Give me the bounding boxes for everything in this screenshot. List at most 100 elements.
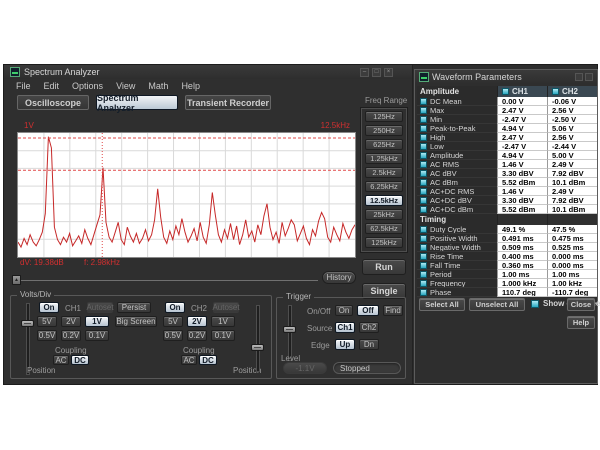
trigger-source-ch2-button[interactable]: Ch2	[359, 322, 379, 333]
param-check-icon[interactable]	[420, 98, 427, 105]
menu-help[interactable]: Help	[181, 81, 200, 91]
tab-spectrum-analyzer[interactable]: Spectrum Analyzer	[96, 95, 178, 110]
param-label[interactable]: AC+DC RMS	[417, 187, 497, 196]
params-titlebar[interactable]: Waveform Parameters	[415, 70, 597, 84]
param-check-icon[interactable]	[420, 197, 427, 204]
ch2-position-slider-track[interactable]	[257, 306, 259, 371]
freq-button-25khz[interactable]: 25kHz	[365, 209, 403, 220]
param-label[interactable]: Period	[417, 270, 497, 279]
freq-button-62.5khz[interactable]: 62.5kHz	[365, 223, 403, 234]
param-label[interactable]: DC Mean	[417, 97, 497, 106]
param-check-icon[interactable]	[420, 226, 427, 233]
param-check-icon[interactable]	[420, 170, 427, 177]
run-button[interactable]: Run	[362, 259, 406, 275]
tab-oscilloscope[interactable]: Oscilloscope	[17, 95, 89, 110]
trigger-find-button[interactable]: Find	[383, 305, 403, 316]
param-check-icon[interactable]	[420, 271, 427, 278]
param-check-icon[interactable]	[420, 253, 427, 260]
param-check-icon[interactable]	[552, 88, 559, 95]
column-header-ch1[interactable]: CH1	[497, 86, 547, 97]
trigger-on-button[interactable]: On	[335, 305, 353, 316]
close-icon[interactable]: ×	[384, 68, 393, 77]
plot-scrollbar-handle[interactable]: ▲	[12, 275, 21, 285]
spectrum-plot[interactable]	[17, 132, 356, 258]
ch1-volt-button-0.5v[interactable]: 0.5V	[37, 330, 57, 341]
freq-button-250hz[interactable]: 250Hz	[365, 125, 403, 136]
freq-button-2.5khz[interactable]: 2.5kHz	[365, 167, 403, 178]
param-label[interactable]: High	[417, 133, 497, 142]
ch2-coupling-dc-button[interactable]: DC	[199, 355, 217, 365]
menu-math[interactable]: Math	[148, 81, 168, 91]
ch1-coupling-dc-button[interactable]: DC	[71, 355, 89, 365]
maximize-icon[interactable]: □	[372, 68, 381, 77]
param-label[interactable]: Min	[417, 115, 497, 124]
params-close-icon[interactable]	[585, 73, 593, 81]
ch2-volt-button-0.1v[interactable]: 0.1V	[211, 330, 235, 341]
params-close-button[interactable]: Close	[567, 298, 595, 311]
param-label[interactable]: Max	[417, 106, 497, 115]
ch1-volt-button-2v[interactable]: 2V	[61, 316, 81, 327]
params-help-button[interactable]: Help	[567, 316, 595, 329]
trigger-source-ch1-button[interactable]: Ch1	[335, 322, 355, 333]
param-label[interactable]: Rise Time	[417, 252, 497, 261]
param-check-icon[interactable]	[420, 188, 427, 195]
trigger-off-button[interactable]: Off	[357, 305, 379, 316]
param-label[interactable]: Frequency	[417, 279, 497, 288]
ch2-volt-button-1v[interactable]: 1V	[211, 316, 235, 327]
param-label[interactable]: Amplitude	[417, 151, 497, 160]
menu-file[interactable]: File	[16, 81, 31, 91]
freq-button-1.25khz[interactable]: 1.25kHz	[365, 153, 403, 164]
ch2-volt-button-2v[interactable]: 2V	[187, 316, 207, 327]
param-check-icon[interactable]	[502, 88, 509, 95]
param-check-icon[interactable]	[420, 235, 427, 242]
spectrum-plot-svg[interactable]	[18, 133, 355, 257]
unselect-all-button[interactable]: Unselect All	[469, 298, 525, 311]
menu-view[interactable]: View	[116, 81, 135, 91]
tab-transient-recorder[interactable]: Transient Recorder	[185, 95, 271, 110]
ch2-coupling-ac-button[interactable]: AC	[181, 355, 197, 365]
param-check-icon[interactable]	[420, 152, 427, 159]
param-check-icon[interactable]	[420, 262, 427, 269]
param-check-icon[interactable]	[420, 206, 427, 213]
params-minimize-icon[interactable]	[575, 73, 583, 81]
param-check-icon[interactable]	[420, 134, 427, 141]
ch1-volt-button-0.1v[interactable]: 0.1V	[85, 330, 109, 341]
param-check-icon[interactable]	[420, 244, 427, 251]
param-check-icon[interactable]	[420, 125, 427, 132]
ch2-volt-button-0.2v[interactable]: 0.2V	[187, 330, 207, 341]
param-label[interactable]: Negative Width	[417, 243, 497, 252]
trigger-edge-dn-button[interactable]: Dn	[359, 339, 379, 350]
param-check-icon[interactable]	[420, 107, 427, 114]
freq-button-125khz[interactable]: 125kHz	[365, 237, 403, 248]
ch1-volt-button-5v[interactable]: 5V	[37, 316, 57, 327]
menu-options[interactable]: Options	[72, 81, 103, 91]
menu-edit[interactable]: Edit	[44, 81, 60, 91]
param-check-icon[interactable]	[420, 143, 427, 150]
ch1-position-slider-handle[interactable]	[21, 320, 34, 327]
ch1-coupling-ac-button[interactable]: AC	[53, 355, 69, 365]
param-label[interactable]: AC+DC dBm	[417, 205, 497, 214]
column-header-ch2[interactable]: CH2	[547, 86, 597, 97]
select-all-button[interactable]: Select All	[419, 298, 465, 311]
ch1-on-button[interactable]: On	[39, 302, 59, 313]
trigger-level-slider-handle[interactable]	[283, 326, 296, 333]
param-label[interactable]: Positive Width	[417, 234, 497, 243]
param-label[interactable]: AC dBm	[417, 178, 497, 187]
param-check-icon[interactable]	[420, 289, 427, 296]
ch1-autoset-button[interactable]: Autoset	[87, 302, 113, 313]
freq-button-12.5khz[interactable]: 12.5kHz	[365, 195, 403, 206]
param-label[interactable]: AC+DC dBV	[417, 196, 497, 205]
ch2-position-slider-handle[interactable]	[251, 344, 264, 351]
history-button[interactable]: History	[322, 271, 356, 284]
param-label[interactable]: Duty Cycle	[417, 225, 497, 234]
param-check-icon[interactable]	[420, 280, 427, 287]
freq-button-6.25khz[interactable]: 6.25kHz	[365, 181, 403, 192]
freq-button-125hz[interactable]: 125Hz	[365, 111, 403, 122]
ch1-position-slider-track[interactable]	[27, 304, 29, 374]
plot-scrollbar-track[interactable]	[12, 280, 318, 281]
main-titlebar[interactable]: Spectrum Analyzer – □ ×	[4, 65, 412, 79]
trigger-level-slider-track[interactable]	[289, 306, 291, 360]
param-label[interactable]: AC dBV	[417, 169, 497, 178]
ch2-volt-button-0.5v[interactable]: 0.5V	[163, 330, 183, 341]
param-check-icon[interactable]	[420, 161, 427, 168]
